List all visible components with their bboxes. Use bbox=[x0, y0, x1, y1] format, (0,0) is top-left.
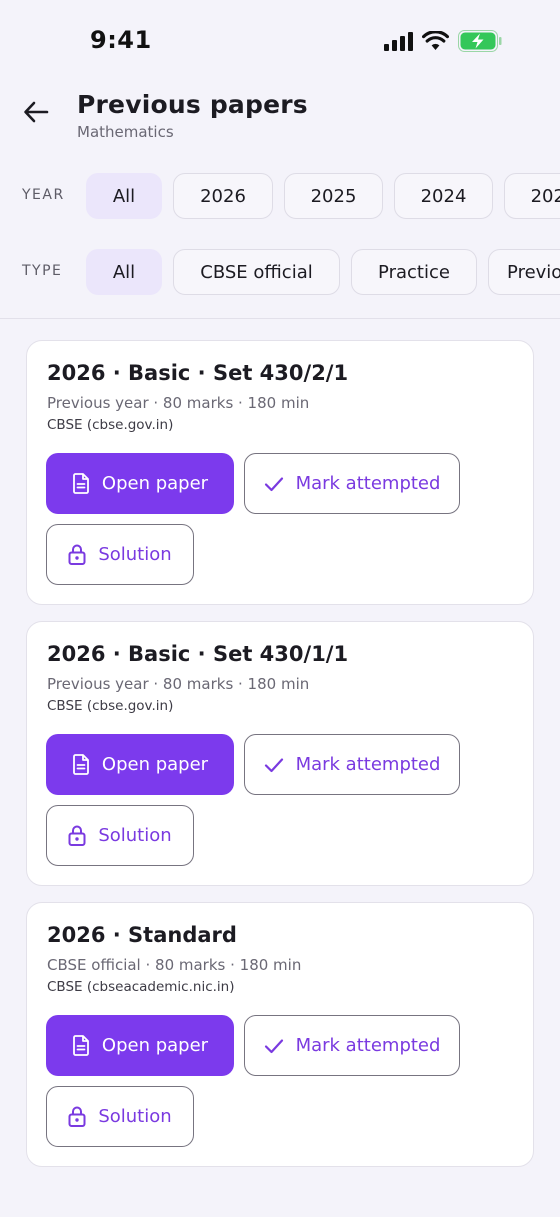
paper-card: 2026 · Basic · Set 430/2/1 Previous year… bbox=[26, 340, 534, 605]
check-icon bbox=[264, 476, 283, 491]
document-icon bbox=[73, 1035, 89, 1056]
solution-label: Solution bbox=[98, 1106, 172, 1127]
year-chip-2025[interactable]: 2025 bbox=[284, 173, 383, 219]
open-paper-label: Open paper bbox=[101, 1035, 209, 1056]
paper-title: 2026 · Basic · Set 430/2/1 bbox=[47, 361, 349, 385]
solution-button[interactable]: Solution bbox=[46, 1086, 194, 1147]
back-button[interactable] bbox=[18, 94, 54, 130]
mark-attempted-label: Mark attempted bbox=[295, 754, 441, 775]
year-filter-label: YEAR bbox=[22, 187, 65, 203]
paper-meta: Previous year · 80 marks · 180 min bbox=[47, 675, 310, 693]
type-chips: All CBSE official Practice Previous year bbox=[86, 249, 560, 295]
paper-card: 2026 · Basic · Set 430/1/1 Previous year… bbox=[26, 621, 534, 886]
arrow-left-icon bbox=[24, 101, 49, 123]
open-paper-button[interactable]: Open paper bbox=[46, 734, 234, 795]
year-chip-2026[interactable]: 2026 bbox=[173, 173, 273, 219]
paper-card: 2026 · Standard CBSE official · 80 marks… bbox=[26, 902, 534, 1167]
cellular-signal-icon bbox=[384, 31, 413, 51]
open-paper-label: Open paper bbox=[101, 473, 209, 494]
lock-icon bbox=[68, 825, 86, 846]
paper-meta: Previous year · 80 marks · 180 min bbox=[47, 394, 310, 412]
mark-attempted-label: Mark attempted bbox=[295, 1035, 441, 1056]
status-time: 9:41 bbox=[90, 26, 152, 54]
year-chip-2024[interactable]: 2024 bbox=[394, 173, 493, 219]
solution-label: Solution bbox=[98, 544, 172, 565]
page-subtitle: Mathematics bbox=[77, 123, 174, 141]
paper-title: 2026 · Standard bbox=[47, 923, 237, 947]
document-icon bbox=[73, 473, 89, 494]
solution-label: Solution bbox=[98, 825, 172, 846]
open-paper-label: Open paper bbox=[101, 754, 209, 775]
type-chip-cbse-official[interactable]: CBSE official bbox=[173, 249, 340, 295]
mark-attempted-label: Mark attempted bbox=[295, 473, 441, 494]
year-filter-row: YEAR All 2026 2025 2024 2023 bbox=[0, 173, 560, 223]
status-icons bbox=[384, 30, 502, 52]
paper-source: CBSE (cbse.gov.in) bbox=[47, 698, 174, 714]
type-filter-label: TYPE bbox=[22, 263, 63, 279]
app-header: Previous papers Mathematics bbox=[0, 80, 560, 160]
document-icon bbox=[73, 754, 89, 775]
mark-attempted-button[interactable]: Mark attempted bbox=[244, 1015, 460, 1076]
type-filter-row: TYPE All CBSE official Practice Previous… bbox=[0, 249, 560, 299]
paper-title: 2026 · Basic · Set 430/1/1 bbox=[47, 642, 349, 666]
lock-icon bbox=[68, 544, 86, 565]
filter-divider bbox=[0, 318, 560, 319]
solution-button[interactable]: Solution bbox=[46, 805, 194, 866]
mark-attempted-button[interactable]: Mark attempted bbox=[244, 734, 460, 795]
lock-icon bbox=[68, 1106, 86, 1127]
year-chip-2023[interactable]: 2023 bbox=[504, 173, 560, 219]
year-chips: All 2026 2025 2024 2023 bbox=[86, 173, 560, 219]
status-bar: 9:41 bbox=[0, 0, 560, 80]
mark-attempted-button[interactable]: Mark attempted bbox=[244, 453, 460, 514]
page-title: Previous papers bbox=[77, 90, 308, 119]
type-chip-practice[interactable]: Practice bbox=[351, 249, 477, 295]
wifi-icon bbox=[422, 31, 449, 50]
type-chip-all[interactable]: All bbox=[86, 249, 162, 295]
year-chip-all[interactable]: All bbox=[86, 173, 162, 219]
paper-source: CBSE (cbseacademic.nic.in) bbox=[47, 979, 235, 995]
paper-source: CBSE (cbse.gov.in) bbox=[47, 417, 174, 433]
check-icon bbox=[264, 1038, 283, 1053]
type-chip-previous-year[interactable]: Previous year bbox=[488, 249, 560, 295]
battery-charging-icon bbox=[458, 30, 502, 52]
open-paper-button[interactable]: Open paper bbox=[46, 1015, 234, 1076]
open-paper-button[interactable]: Open paper bbox=[46, 453, 234, 514]
solution-button[interactable]: Solution bbox=[46, 524, 194, 585]
paper-meta: CBSE official · 80 marks · 180 min bbox=[47, 956, 302, 974]
check-icon bbox=[264, 757, 283, 772]
